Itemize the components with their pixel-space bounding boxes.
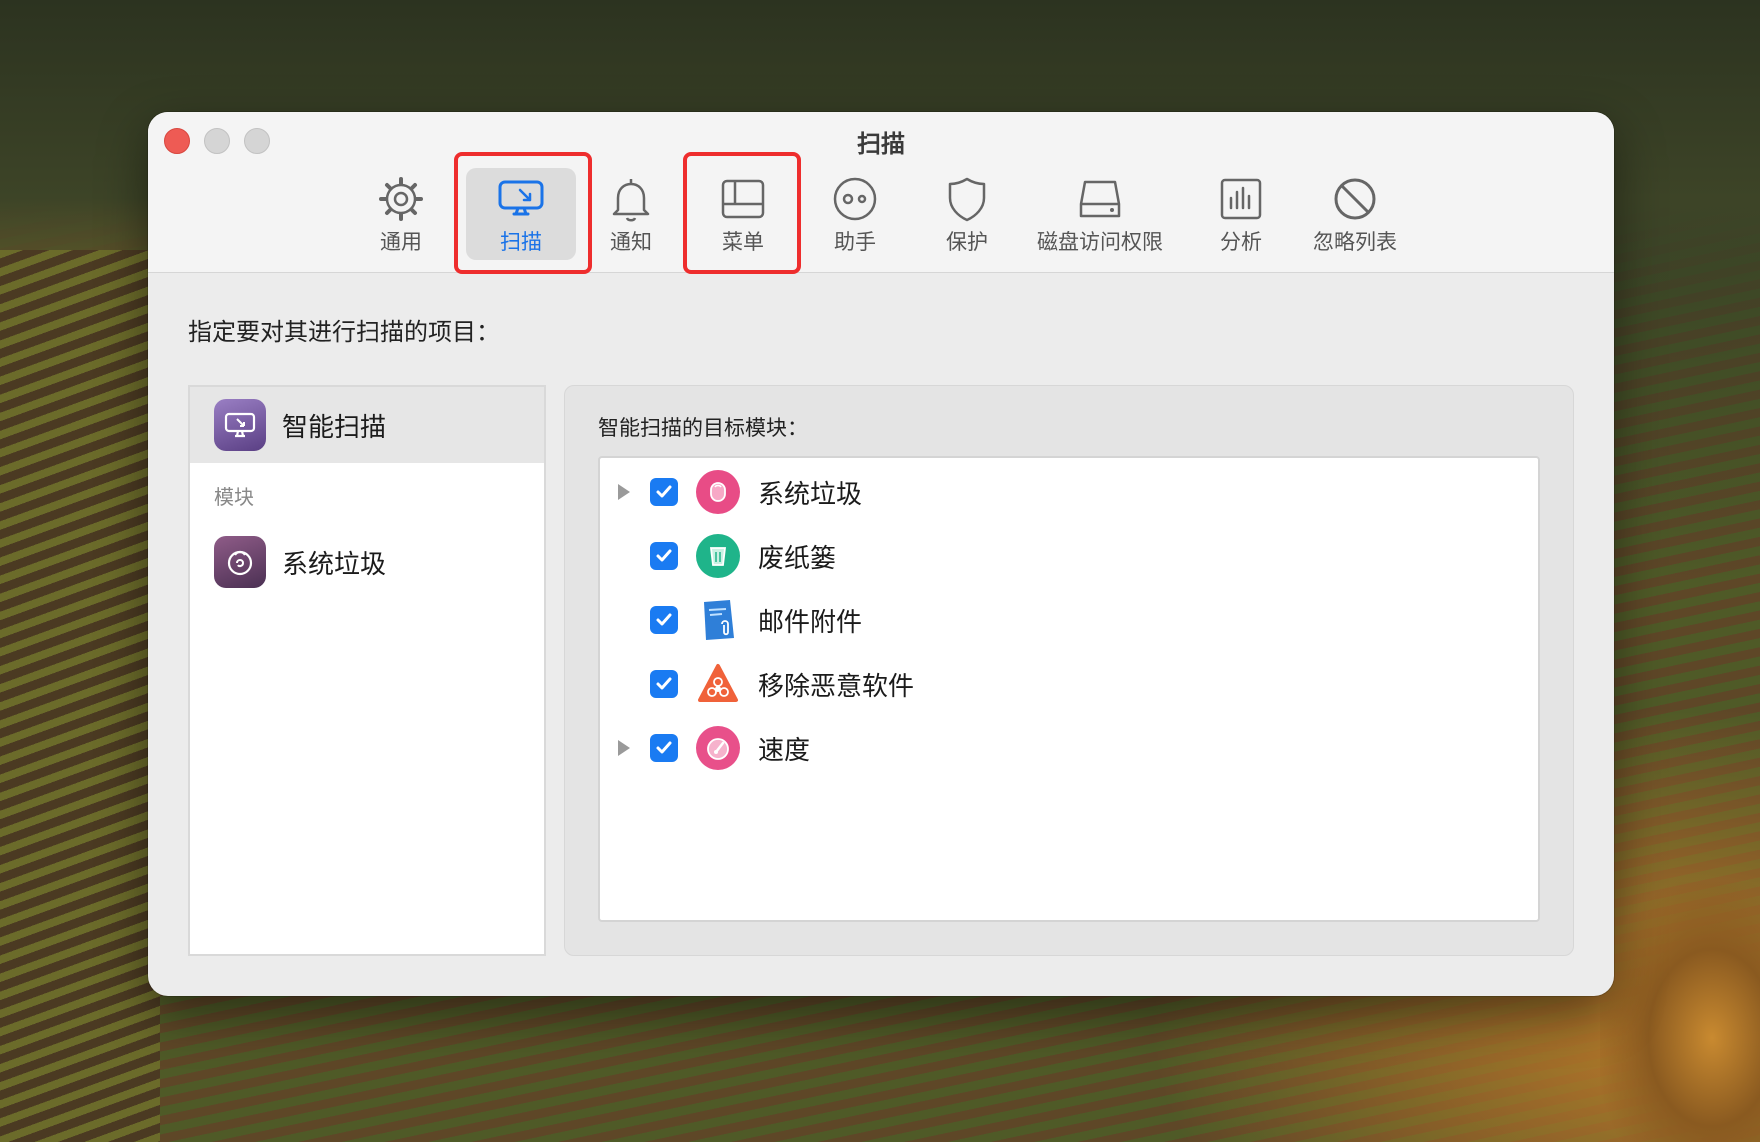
sidebar-item-system-junk[interactable]: 系统垃圾 xyxy=(190,527,544,597)
annotation-highlight-scan xyxy=(454,152,592,274)
checkbox-system-junk[interactable] xyxy=(650,478,678,506)
tab-ignore-list-label: 忽略列表 xyxy=(1313,230,1397,254)
biohazard-icon xyxy=(696,662,740,706)
disclosure-triangle-icon[interactable] xyxy=(618,740,630,756)
target-label: 废纸篓 xyxy=(758,543,837,574)
prohibited-icon xyxy=(1334,178,1376,220)
tab-assistant-label: 助手 xyxy=(834,230,876,254)
tab-ignore-list[interactable]: 忽略列表 xyxy=(1300,168,1410,260)
smart-scan-icon xyxy=(214,399,266,451)
annotation-highlight-menu xyxy=(683,152,801,274)
tab-analytics-label: 分析 xyxy=(1220,230,1262,254)
scan-items-prompt: 指定要对其进行扫描的项目： xyxy=(188,318,500,346)
system-junk-icon xyxy=(214,536,266,588)
tab-notifications-label: 通知 xyxy=(610,230,652,254)
target-modules-list: 系统垃圾 废纸篓 邮件附件 移除恶意软件 速度 xyxy=(598,456,1540,922)
list-item: 移除恶意软件 xyxy=(600,652,1538,716)
sidebar-item-system-junk-label: 系统垃圾 xyxy=(282,549,387,580)
window-title: 扫描 xyxy=(857,130,905,158)
modules-section-header: 模块 xyxy=(214,485,254,509)
assistant-face-icon xyxy=(833,177,877,221)
checkmark-icon xyxy=(656,485,672,498)
target-label: 速度 xyxy=(758,735,811,766)
module-sidebar: 智能扫描 模块 系统垃圾 xyxy=(188,385,546,956)
list-item: 速度 xyxy=(600,716,1538,780)
tab-general[interactable]: 通用 xyxy=(356,168,446,260)
checkbox-trash[interactable] xyxy=(650,542,678,570)
trash-bin-icon xyxy=(696,534,740,578)
target-label: 邮件附件 xyxy=(758,607,863,638)
tab-disk-access-label: 磁盘访问权限 xyxy=(1037,230,1163,254)
checkbox-speed[interactable] xyxy=(650,734,678,762)
mail-attachment-icon xyxy=(696,598,740,642)
speed-gauge-icon xyxy=(696,726,740,770)
bell-icon xyxy=(612,179,650,222)
toolbar: 扫描 通用 扫描 通知 菜单 助手 保护 磁盘访问权限 分析 忽略列表 xyxy=(148,112,1614,274)
bar-chart-icon xyxy=(1220,178,1262,220)
checkbox-malware-removal[interactable] xyxy=(650,670,678,698)
shield-icon xyxy=(948,177,986,222)
checkbox-mail-attachments[interactable] xyxy=(650,606,678,634)
target-label: 移除恶意软件 xyxy=(758,671,915,702)
list-item: 邮件附件 xyxy=(600,588,1538,652)
tab-disk-access[interactable]: 磁盘访问权限 xyxy=(1030,168,1170,260)
checkmark-icon xyxy=(656,741,672,754)
preferences-window: 扫描 通用 扫描 通知 菜单 助手 保护 磁盘访问权限 分析 忽略列表 指定要对… xyxy=(148,112,1614,996)
target-modules-panel: 智能扫描的目标模块： 系统垃圾 废纸篓 邮件附件 移除恶意软件 速度 xyxy=(564,385,1574,956)
disk-icon xyxy=(1079,180,1121,218)
tab-notifications[interactable]: 通知 xyxy=(586,168,676,260)
tab-protection-label: 保护 xyxy=(946,230,988,254)
checkmark-icon xyxy=(656,613,672,626)
tab-protection[interactable]: 保护 xyxy=(922,168,1012,260)
list-item: 废纸篓 xyxy=(600,524,1538,588)
list-item: 系统垃圾 xyxy=(600,460,1538,524)
tab-assistant[interactable]: 助手 xyxy=(810,168,900,260)
tab-analytics[interactable]: 分析 xyxy=(1196,168,1286,260)
wallpaper-vineyard xyxy=(0,250,160,1142)
target-label: 系统垃圾 xyxy=(758,479,863,510)
disclosure-triangle-icon[interactable] xyxy=(618,484,630,500)
checkmark-icon xyxy=(656,549,672,562)
sidebar-item-smart-scan[interactable]: 智能扫描 xyxy=(190,387,544,463)
system-junk-icon xyxy=(696,470,740,514)
target-modules-heading: 智能扫描的目标模块： xyxy=(598,416,808,440)
gear-icon xyxy=(379,177,423,221)
checkmark-icon xyxy=(656,677,672,690)
tab-general-label: 通用 xyxy=(380,230,422,254)
wallpaper-tree xyxy=(1600,882,1760,1142)
sidebar-item-smart-scan-label: 智能扫描 xyxy=(282,412,387,443)
